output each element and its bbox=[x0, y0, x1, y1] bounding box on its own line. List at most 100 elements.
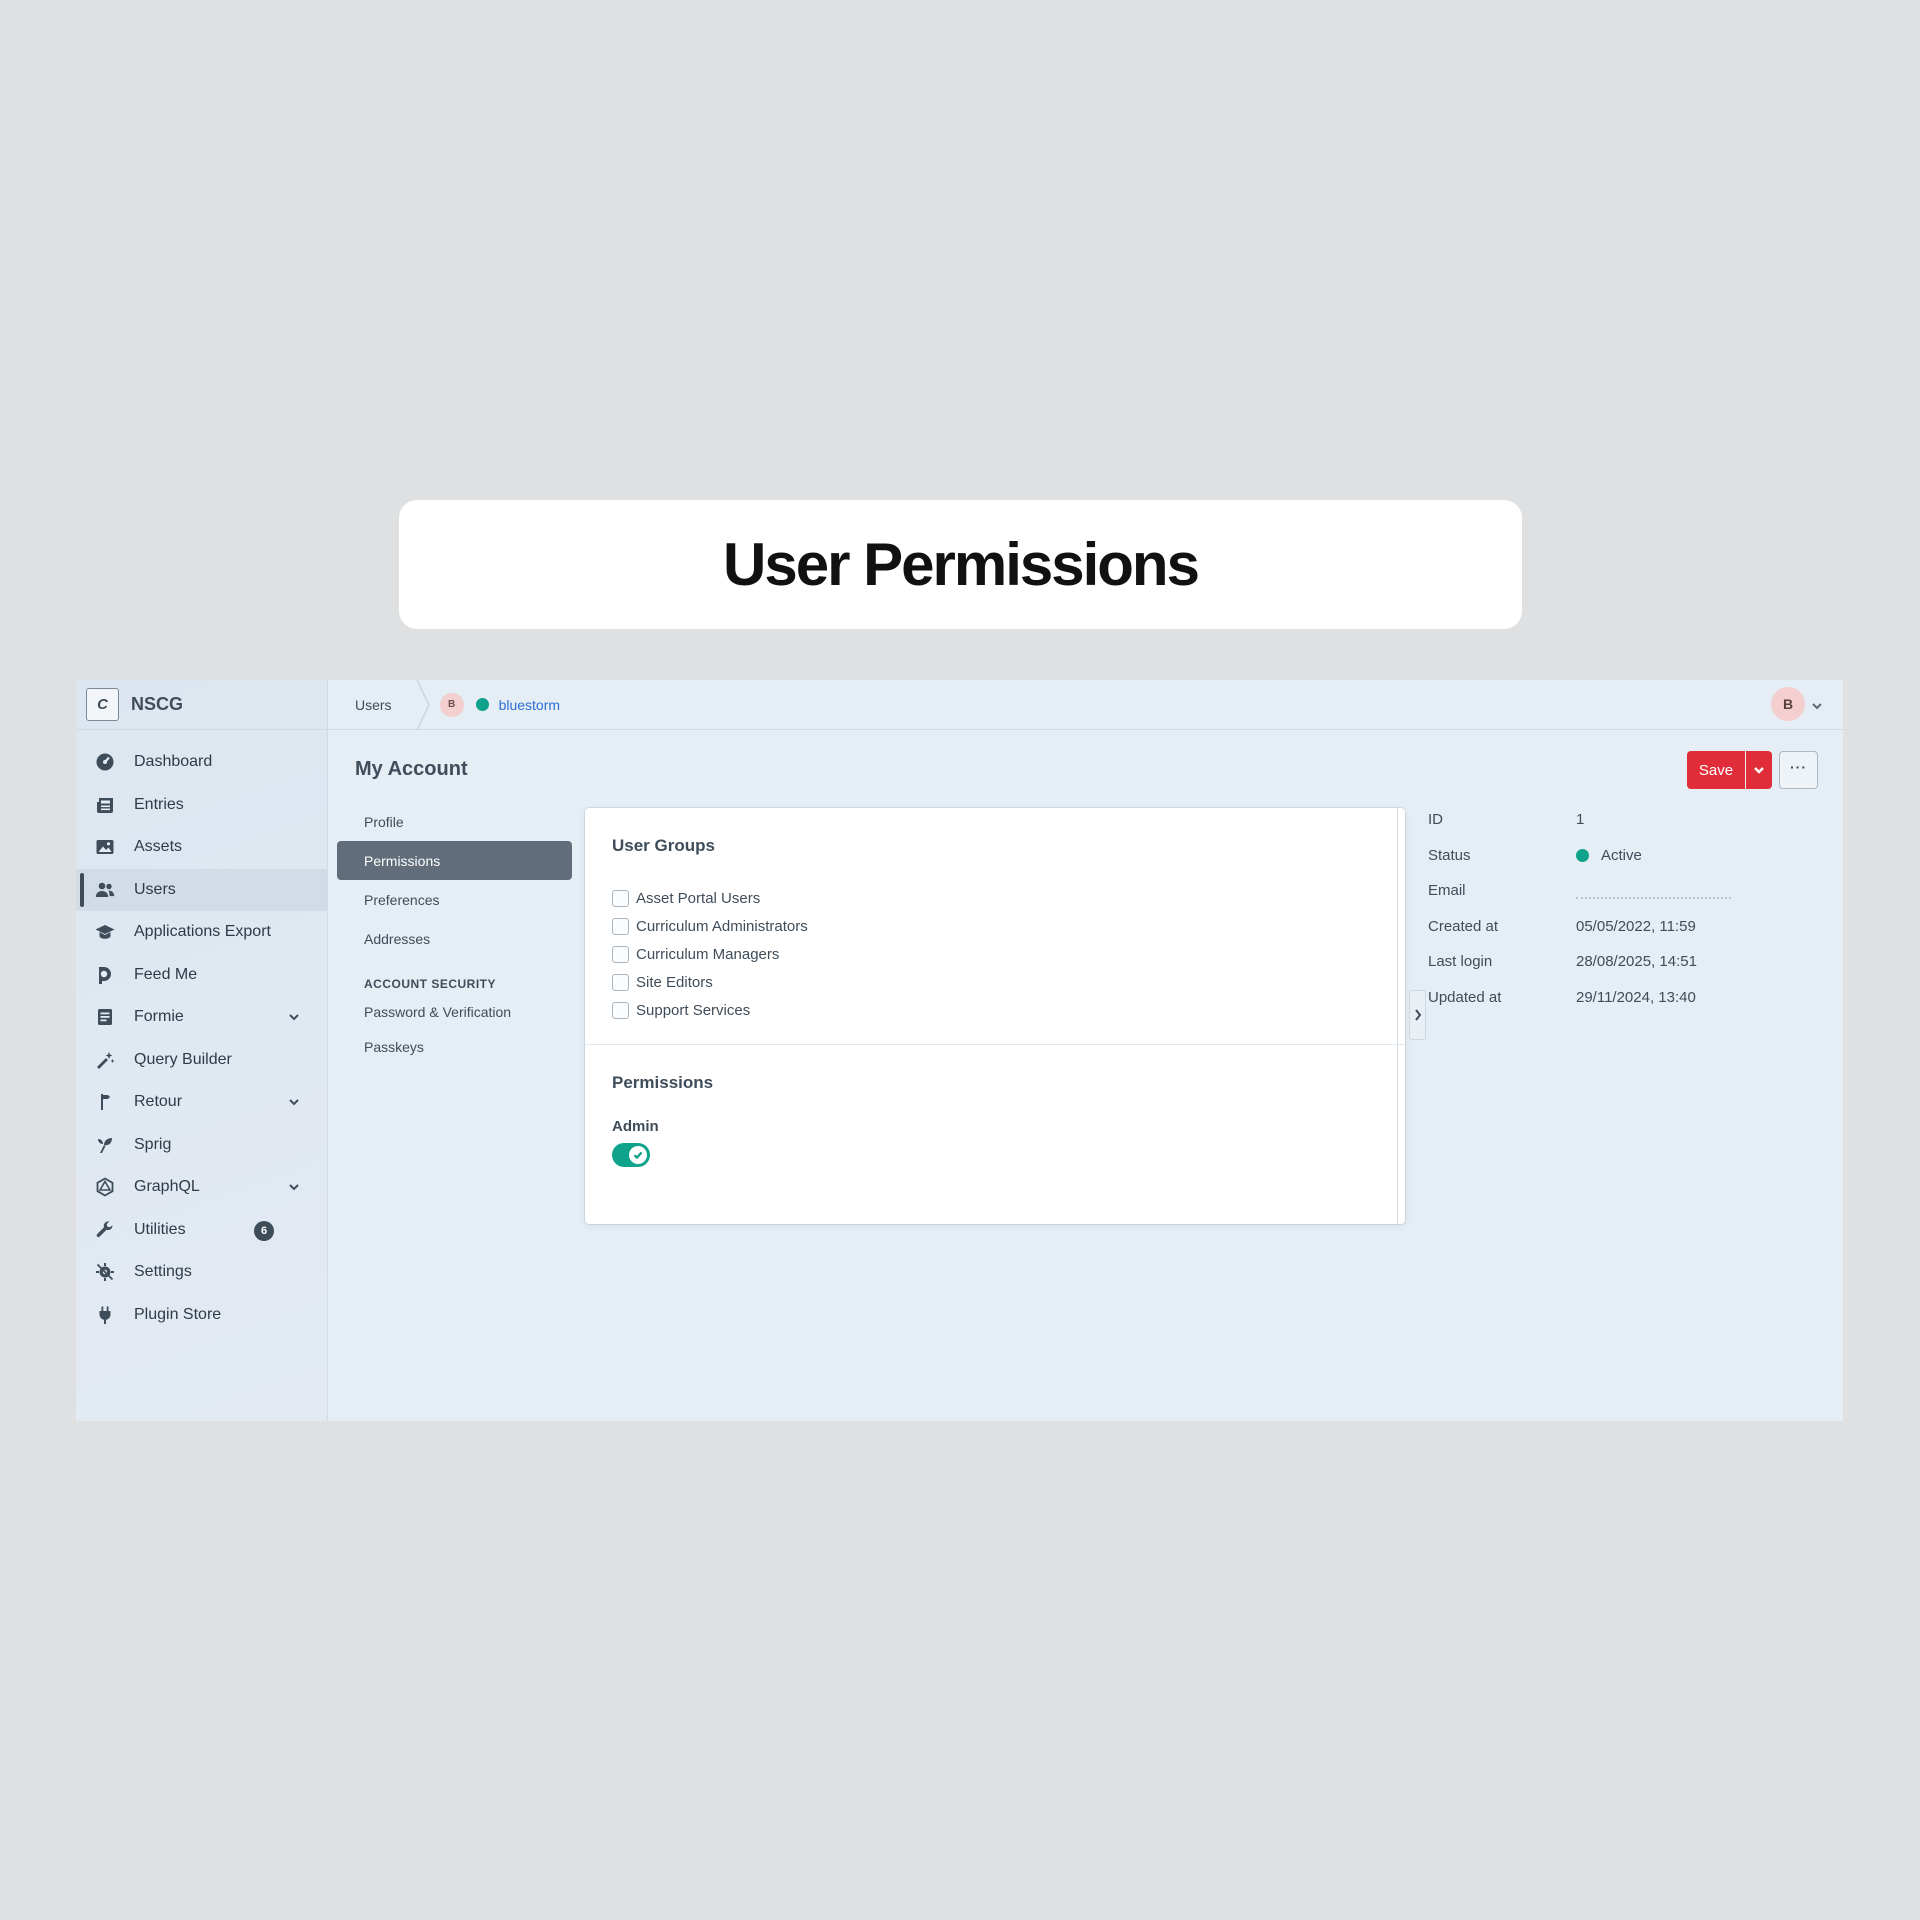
detail-value: Active bbox=[1576, 847, 1642, 864]
chevron-down-icon[interactable] bbox=[287, 1180, 301, 1194]
sidebar-item-label: Sprig bbox=[134, 1135, 172, 1153]
detail-value: 29/11/2024, 13:40 bbox=[1576, 988, 1696, 1006]
chevron-right-icon bbox=[1414, 1009, 1421, 1021]
breadcrumb-user-link[interactable]: bluestorm bbox=[499, 697, 560, 713]
sidebar-item-retour[interactable]: Retour bbox=[76, 1081, 327, 1124]
detail-label: Created at bbox=[1428, 917, 1499, 935]
checkbox[interactable] bbox=[612, 1001, 629, 1019]
detail-label: Last login bbox=[1428, 953, 1493, 971]
detail-row-last-login: Last login 28/08/2025, 14:51 bbox=[1428, 944, 1731, 980]
sidebar-item-query-builder[interactable]: Query Builder bbox=[76, 1039, 327, 1082]
sidebar-item-settings[interactable]: Settings bbox=[76, 1251, 327, 1294]
chevron-down-icon[interactable] bbox=[287, 1010, 301, 1024]
subnav-heading-account-security: ACCOUNT SECURITY bbox=[364, 977, 497, 991]
sidebar-item-dashboard[interactable]: Dashboard bbox=[76, 741, 327, 784]
chevron-down-icon bbox=[1754, 767, 1764, 774]
form-icon bbox=[94, 1006, 116, 1028]
user-details: ID 1 Status Active Email Created at 05/05/2… bbox=[1428, 802, 1731, 1015]
check-icon bbox=[633, 1151, 643, 1160]
checkbox-label: Support Services bbox=[636, 1001, 751, 1019]
sidebar-item-label: Settings bbox=[134, 1263, 192, 1281]
user-group-option[interactable]: Site Editors bbox=[612, 968, 808, 996]
sidebar-item-label: GraphQL bbox=[134, 1178, 200, 1196]
brand-name: NSCG bbox=[131, 694, 184, 714]
sidebar-item-feed-me[interactable]: Feed Me bbox=[76, 954, 327, 997]
section-heading: Permissions bbox=[612, 1073, 714, 1092]
permissions-panel: User Groups Asset Portal Users Curriculu… bbox=[585, 808, 1405, 1224]
hero-title: User Permissions bbox=[723, 531, 1200, 598]
breadcrumb-separator bbox=[415, 680, 430, 730]
topbar: Users B bluestorm B bbox=[328, 680, 1843, 730]
plug-icon bbox=[94, 1304, 116, 1326]
wrench-icon bbox=[94, 1219, 116, 1241]
chevron-down-icon[interactable] bbox=[1811, 699, 1823, 711]
checkbox[interactable] bbox=[612, 917, 629, 935]
checkbox[interactable] bbox=[612, 889, 629, 907]
sidebar-item-label: Users bbox=[134, 880, 176, 898]
details-toggle-button[interactable] bbox=[1409, 990, 1426, 1040]
detail-row-id: ID 1 bbox=[1428, 802, 1731, 838]
subnav-item-preferences[interactable]: Preferences bbox=[337, 880, 572, 919]
page-title: My Account bbox=[355, 758, 468, 780]
wand-icon bbox=[94, 1049, 116, 1071]
detail-value: 05/05/2022, 11:59 bbox=[1576, 917, 1696, 935]
sidebar-item-sprig[interactable]: Sprig bbox=[76, 1124, 327, 1167]
detail-label: Email bbox=[1428, 882, 1466, 900]
section-heading: User Groups bbox=[612, 836, 715, 855]
sidebar-item-assets[interactable]: Assets bbox=[76, 826, 327, 869]
chevron-down-icon[interactable] bbox=[287, 1095, 301, 1109]
toggle-knob bbox=[629, 1146, 647, 1164]
sidebar-item-formie[interactable]: Formie bbox=[76, 996, 327, 1039]
main-area: Users B bluestorm B My Account Save ··· … bbox=[328, 680, 1843, 1421]
user-group-option[interactable]: Curriculum Managers bbox=[612, 940, 808, 968]
detail-value bbox=[1576, 883, 1731, 899]
checkbox-label: Curriculum Administrators bbox=[636, 917, 808, 935]
account-subnav: Profile Permissions Preferences Addresse… bbox=[337, 802, 572, 1064]
sidebar-item-plugin-store[interactable]: Plugin Store bbox=[76, 1294, 327, 1337]
sidebar-item-applications-export[interactable]: Applications Export bbox=[76, 911, 327, 954]
save-options-button[interactable] bbox=[1746, 751, 1772, 789]
checkbox[interactable] bbox=[612, 945, 629, 963]
sidebar-item-label: Retour bbox=[134, 1093, 183, 1111]
breadcrumb-label: Users bbox=[355, 696, 392, 713]
subnav-item-addresses[interactable]: Addresses bbox=[337, 919, 572, 958]
subnav-item-passkeys[interactable]: Passkeys bbox=[337, 1029, 572, 1064]
users-icon bbox=[94, 879, 116, 901]
sidebar-item-utilities[interactable]: Utilities 6 bbox=[76, 1209, 327, 1252]
detail-row-created: Created at 05/05/2022, 11:59 bbox=[1428, 909, 1731, 945]
user-group-option[interactable]: Support Services bbox=[612, 996, 808, 1024]
subnav-item-permissions[interactable]: Permissions bbox=[337, 841, 572, 880]
checkbox-label: Site Editors bbox=[636, 973, 713, 991]
brand[interactable]: C NSCG bbox=[76, 680, 327, 730]
sidebar-item-entries[interactable]: Entries bbox=[76, 784, 327, 827]
user-group-option[interactable]: Curriculum Administrators bbox=[612, 912, 808, 940]
sidebar: C NSCG Dashboard Entries Assets Users Ap… bbox=[76, 680, 328, 1421]
breadcrumb-users[interactable]: Users bbox=[328, 680, 416, 730]
admin-toggle[interactable] bbox=[612, 1143, 650, 1167]
subnav-item-profile[interactable]: Profile bbox=[337, 802, 572, 841]
subnav-item-password-verification[interactable]: Password & Verification bbox=[337, 994, 572, 1029]
sprig-icon bbox=[94, 1134, 116, 1156]
status-indicator bbox=[1576, 848, 1589, 862]
checkbox[interactable] bbox=[612, 973, 629, 991]
detail-label: Status bbox=[1428, 846, 1471, 864]
brand-logo: C bbox=[86, 688, 119, 721]
sidebar-item-label: Query Builder bbox=[134, 1050, 232, 1068]
save-button[interactable]: Save bbox=[1687, 751, 1745, 789]
user-group-option[interactable]: Asset Portal Users bbox=[612, 884, 808, 912]
image-icon bbox=[94, 836, 116, 858]
detail-row-status: Status Active bbox=[1428, 838, 1731, 874]
app-window: C NSCG Dashboard Entries Assets Users Ap… bbox=[76, 680, 1843, 1421]
sidebar-item-graphql[interactable]: GraphQL bbox=[76, 1166, 327, 1209]
permissions-section: Permissions Admin bbox=[612, 1073, 713, 1167]
newspaper-icon bbox=[94, 794, 116, 816]
settings-icon bbox=[94, 1261, 116, 1283]
user-group-list: Asset Portal Users Curriculum Administra… bbox=[612, 884, 808, 1024]
account-avatar[interactable]: B bbox=[1771, 687, 1805, 721]
signpost-icon bbox=[94, 1091, 116, 1113]
sidebar-item-users[interactable]: Users bbox=[76, 868, 327, 911]
avatar: B bbox=[439, 692, 464, 717]
more-actions-button[interactable]: ··· bbox=[1779, 751, 1818, 789]
feed-icon bbox=[94, 964, 116, 986]
sidebar-item-label: Plugin Store bbox=[134, 1305, 222, 1323]
